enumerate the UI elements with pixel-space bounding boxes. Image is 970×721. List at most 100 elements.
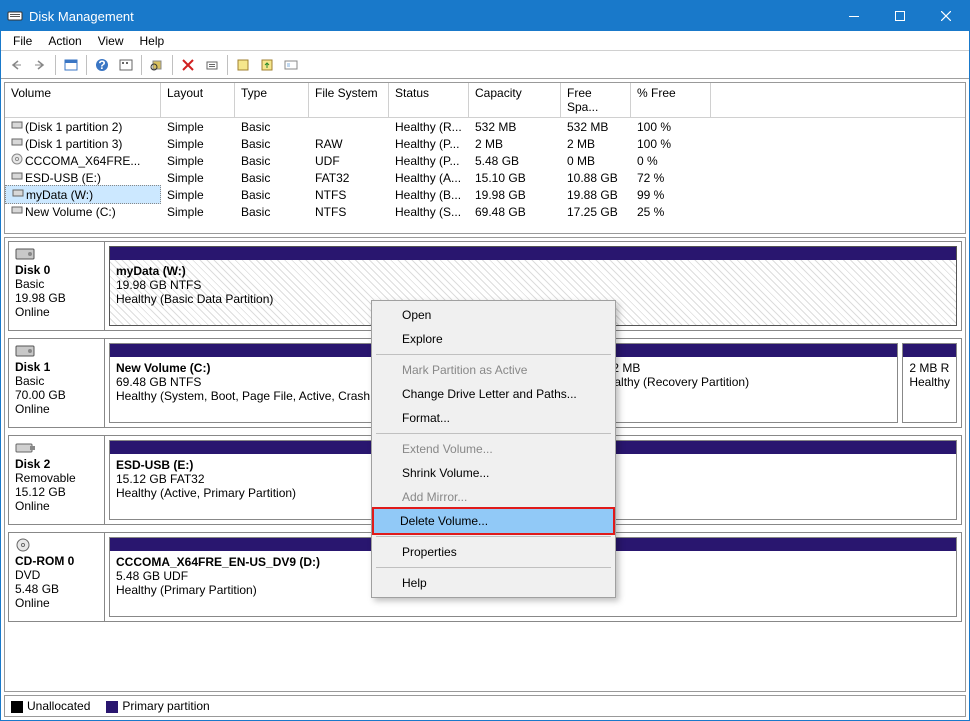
menu-help[interactable]: Help — [132, 32, 173, 50]
volume-fs: RAW — [309, 136, 389, 152]
partition-status: Healthy (Basic Data Partition) — [116, 292, 273, 306]
volume-free: 2 MB — [561, 136, 631, 152]
volume-row[interactable]: (Disk 1 partition 3)SimpleBasicRAWHealth… — [5, 135, 965, 152]
disk-label[interactable]: CD-ROM 0DVD5.48 GBOnline — [9, 533, 105, 621]
context-menu-item[interactable]: Properties — [374, 540, 613, 564]
volume-fs: NTFS — [309, 204, 389, 220]
disk-name: Disk 0 — [15, 263, 98, 277]
properties-icon[interactable] — [201, 54, 223, 76]
volume-capacity: 19.98 GB — [469, 187, 561, 203]
partition-title: myData (W:) — [116, 264, 186, 278]
context-menu-item[interactable]: Delete Volume... — [372, 507, 615, 535]
partition-status: Healthy (System, Boot, Page File, Active… — [116, 389, 370, 403]
volume-row[interactable]: ESD-USB (E:)SimpleBasicFAT32Healthy (A..… — [5, 169, 965, 186]
col-volume[interactable]: Volume — [5, 83, 161, 117]
volume-layout: Simple — [161, 119, 235, 135]
action3-icon[interactable] — [280, 54, 302, 76]
volume-row[interactable]: New Volume (C:)SimpleBasicNTFSHealthy (S… — [5, 203, 965, 220]
app-icon — [7, 8, 23, 24]
disk-name: Disk 2 — [15, 457, 98, 471]
disk-icon — [15, 344, 35, 358]
help-button[interactable]: ? — [91, 54, 113, 76]
context-menu-item[interactable]: Open — [374, 303, 613, 327]
volume-icon — [11, 170, 25, 182]
context-menu-item[interactable]: Explore — [374, 327, 613, 351]
context-menu-item[interactable]: Change Drive Letter and Paths... — [374, 382, 613, 406]
volume-fs — [309, 126, 389, 128]
partition-size: 5.48 GB UDF — [116, 569, 188, 583]
volume-layout: Simple — [161, 187, 235, 203]
menu-separator — [376, 536, 611, 537]
context-menu-item[interactable]: Format... — [374, 406, 613, 430]
context-menu-item[interactable]: Shrink Volume... — [374, 461, 613, 485]
svg-text:?: ? — [98, 58, 105, 72]
menu-action[interactable]: Action — [40, 32, 89, 50]
col-spacer — [711, 83, 965, 117]
legend-unallocated: Unallocated — [11, 699, 90, 713]
disk-type: Removable — [15, 471, 98, 485]
volume-row[interactable]: myData (W:)SimpleBasicNTFSHealthy (B...1… — [5, 186, 965, 203]
volume-type: Basic — [235, 119, 309, 135]
col-free[interactable]: Free Spa... — [561, 83, 631, 117]
volume-row[interactable]: CCCOMA_X64FRE...SimpleBasicUDFHealthy (P… — [5, 152, 965, 169]
col-pct[interactable]: % Free — [631, 83, 711, 117]
volume-capacity: 5.48 GB — [469, 153, 561, 169]
view-list-button[interactable] — [60, 54, 82, 76]
disk-size: 15.12 GB — [15, 485, 98, 499]
back-button[interactable] — [5, 54, 27, 76]
action2-icon[interactable] — [256, 54, 278, 76]
col-fs[interactable]: File System — [309, 83, 389, 117]
volume-list: Volume Layout Type File System Status Ca… — [4, 82, 966, 234]
minimize-button[interactable] — [831, 1, 877, 31]
col-status[interactable]: Status — [389, 83, 469, 117]
volume-status: Healthy (R... — [389, 119, 469, 135]
partition-status: Healthy (Primary Partition) — [116, 583, 257, 597]
partition-title: CCCOMA_X64FRE_EN-US_DV9 (D:) — [116, 555, 320, 569]
context-menu-item[interactable]: Help — [374, 571, 613, 595]
disk-label[interactable]: Disk 0Basic19.98 GBOnline — [9, 242, 105, 330]
forward-button[interactable] — [29, 54, 51, 76]
disk-status: Online — [15, 596, 98, 610]
partition[interactable]: 532 MBHealthy (Recovery Partition) — [592, 343, 898, 423]
refresh-button[interactable] — [146, 54, 168, 76]
close-button[interactable] — [923, 1, 969, 31]
volume-pct: 100 % — [631, 119, 711, 135]
volume-free: 0 MB — [561, 153, 631, 169]
volume-type: Basic — [235, 170, 309, 186]
volume-name: ESD-USB (E:) — [25, 171, 101, 185]
disk-label[interactable]: Disk 1Basic70.00 GBOnline — [9, 339, 105, 427]
partition-status: Healthy (Active, Primary Partition) — [116, 486, 296, 500]
maximize-button[interactable] — [877, 1, 923, 31]
volume-list-header: Volume Layout Type File System Status Ca… — [5, 83, 965, 118]
volume-layout: Simple — [161, 153, 235, 169]
disk-type: Basic — [15, 374, 98, 388]
volume-type: Basic — [235, 153, 309, 169]
settings-button[interactable] — [115, 54, 137, 76]
col-type[interactable]: Type — [235, 83, 309, 117]
delete-icon[interactable] — [177, 54, 199, 76]
volume-status: Healthy (P... — [389, 136, 469, 152]
volume-type: Basic — [235, 187, 309, 203]
volume-name: myData (W:) — [26, 188, 93, 202]
disk-status: Online — [15, 305, 98, 319]
volume-free: 17.25 GB — [561, 204, 631, 220]
disk-size: 19.98 GB — [15, 291, 98, 305]
volume-capacity: 2 MB — [469, 136, 561, 152]
volume-free: 19.88 GB — [561, 187, 631, 203]
menu-separator — [376, 567, 611, 568]
disk-name: Disk 1 — [15, 360, 98, 374]
menu-file[interactable]: File — [5, 32, 40, 50]
disk-label[interactable]: Disk 2Removable15.12 GBOnline — [9, 436, 105, 524]
volume-fs: FAT32 — [309, 170, 389, 186]
action1-icon[interactable] — [232, 54, 254, 76]
col-capacity[interactable]: Capacity — [469, 83, 561, 117]
col-layout[interactable]: Layout — [161, 83, 235, 117]
volume-pct: 99 % — [631, 187, 711, 203]
menu-view[interactable]: View — [90, 32, 132, 50]
volume-free: 532 MB — [561, 119, 631, 135]
partition-status: Healthy — [909, 375, 950, 389]
context-menu: OpenExploreMark Partition as ActiveChang… — [371, 300, 616, 598]
partition[interactable]: 2 MB RHealthy — [902, 343, 957, 423]
volume-row[interactable]: (Disk 1 partition 2)SimpleBasicHealthy (… — [5, 118, 965, 135]
volume-icon — [11, 204, 25, 216]
